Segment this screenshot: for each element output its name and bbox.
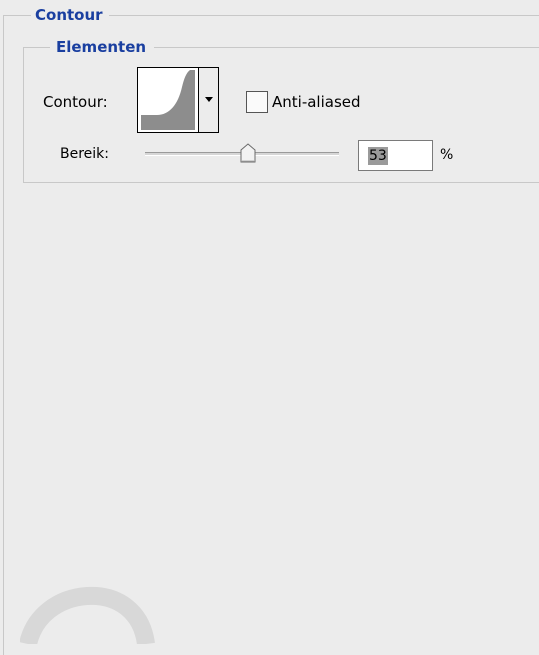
anti-aliased-label[interactable]: Anti-aliased (272, 92, 361, 112)
range-value-input[interactable]: 53 (358, 140, 433, 171)
contour-label: Contour: (43, 93, 108, 111)
contour-curve-icon[interactable] (139, 69, 197, 131)
contour-picker[interactable] (137, 67, 219, 133)
triangle-down-icon (205, 97, 213, 102)
elements-group-title: Elementen (50, 37, 155, 57)
range-slider-thumb[interactable] (240, 143, 256, 163)
range-value: 53 (368, 147, 388, 165)
contour-dropdown-button[interactable] (198, 68, 218, 132)
range-unit: % (440, 147, 454, 163)
watermark-ring (19, 586, 160, 648)
contour-group-title: Contour (31, 5, 109, 25)
anti-aliased-checkbox[interactable] (246, 91, 268, 113)
range-label: Bereik: (60, 146, 109, 162)
